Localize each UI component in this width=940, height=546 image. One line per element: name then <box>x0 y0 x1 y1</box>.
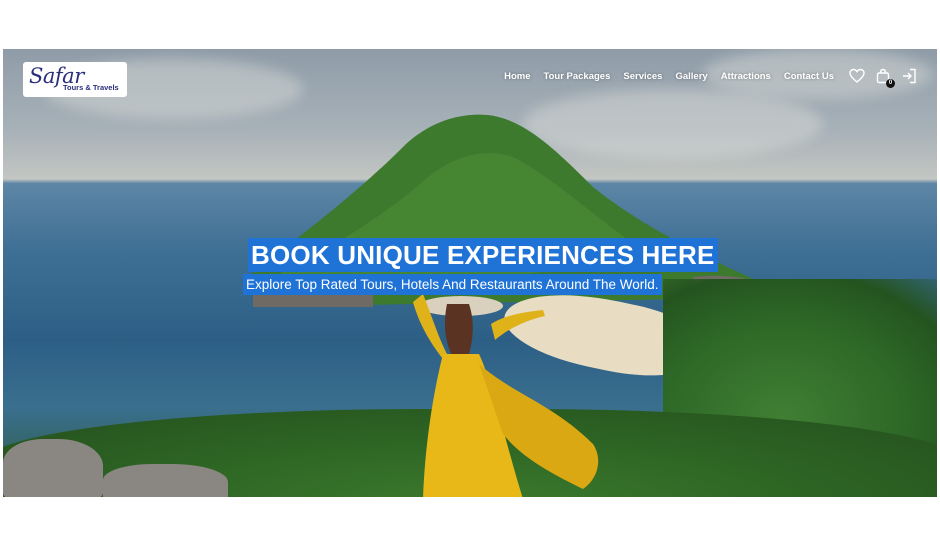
logo-tagline: Tours & Travels <box>63 83 119 92</box>
nav-item-home[interactable]: Home <box>504 71 530 82</box>
hero-heading: BOOK UNIQUE EXPERIENCES HERE <box>248 238 718 272</box>
rock-graphic <box>3 439 103 497</box>
nav-item-services[interactable]: Services <box>623 71 662 82</box>
main-navigation: Home Tour Packages Services Gallery Attr… <box>504 71 834 82</box>
nav-item-gallery[interactable]: Gallery <box>675 71 707 82</box>
heart-icon[interactable] <box>849 68 865 84</box>
nav-item-contact-us[interactable]: Contact Us <box>784 71 834 82</box>
header-actions: 0 <box>849 68 917 88</box>
hero-section: Safar Tours & Travels Home Tour Packages… <box>3 49 937 497</box>
nav-item-tour-packages[interactable]: Tour Packages <box>543 71 610 82</box>
nav-item-attractions[interactable]: Attractions <box>721 71 771 82</box>
login-icon[interactable] <box>901 68 917 84</box>
cart-count-badge: 0 <box>886 79 895 88</box>
hero-background-image <box>3 49 937 497</box>
woman-in-yellow-dress-graphic <box>413 294 599 497</box>
rock-graphic <box>103 464 228 497</box>
shopping-bag-icon[interactable]: 0 <box>875 68 895 88</box>
hero-subheading: Explore Top Rated Tours, Hotels And Rest… <box>243 274 662 295</box>
brand-logo[interactable]: Safar Tours & Travels <box>23 62 127 97</box>
